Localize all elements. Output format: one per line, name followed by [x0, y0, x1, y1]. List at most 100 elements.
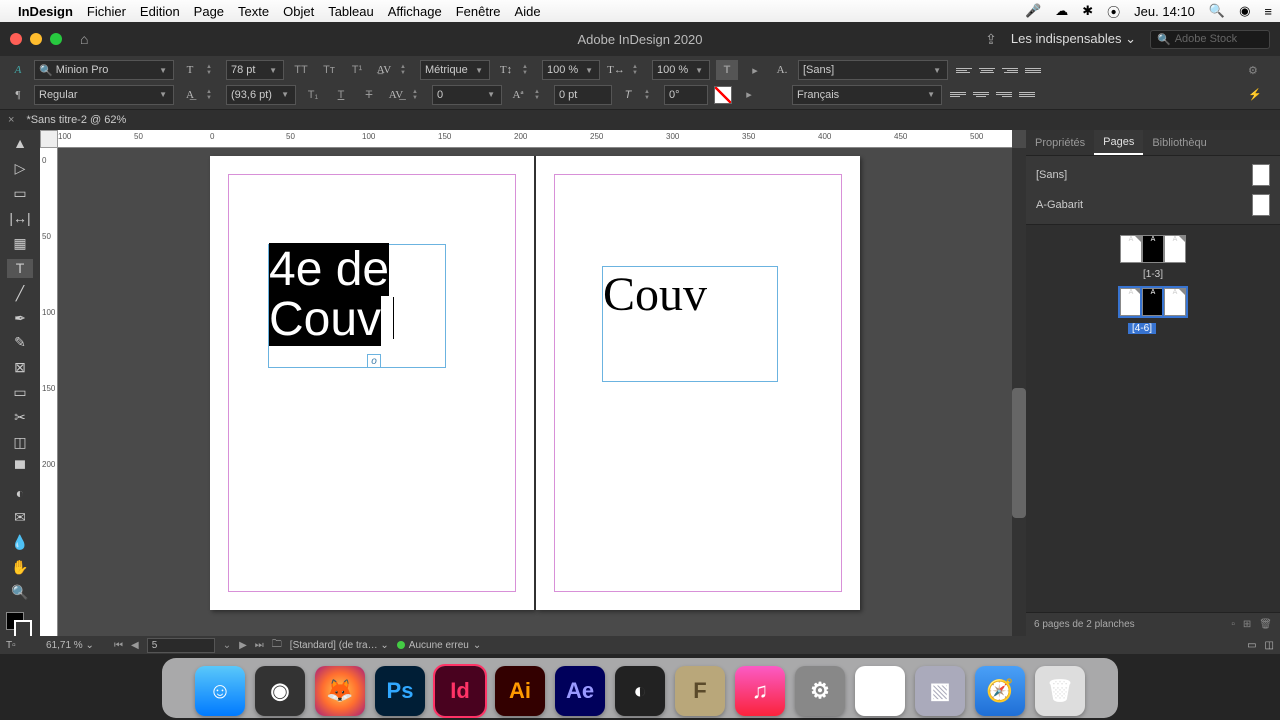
tab-pages[interactable]: Pages — [1094, 130, 1143, 155]
pencil-tool[interactable]: ✎ — [7, 334, 33, 353]
baseline-field[interactable]: 0 pt — [554, 85, 612, 105]
page-number-field[interactable]: 5 — [147, 638, 215, 653]
spotlight-icon[interactable]: 🔍 — [1209, 3, 1225, 19]
pen-tool[interactable]: ✒ — [7, 309, 33, 328]
note-tool[interactable]: ✉ — [7, 508, 33, 527]
leading-stepper[interactable]: ▲▼ — [206, 85, 220, 105]
gradient-feather-tool[interactable]: ◐ — [7, 483, 33, 502]
dock-safari[interactable]: 🧭 — [975, 666, 1025, 716]
skew-stepper[interactable]: ▲▼ — [644, 85, 658, 105]
paragraph-formatting-icon[interactable]: ¶ — [8, 85, 28, 105]
clock[interactable]: Jeu. 14:10 — [1134, 4, 1195, 19]
close-window[interactable] — [10, 33, 22, 45]
control-menu-icon[interactable]: ⚙ — [1248, 64, 1272, 77]
all-caps-button[interactable]: TT — [290, 60, 312, 80]
ruler-origin[interactable] — [40, 130, 58, 148]
page-left[interactable]: 4e deCouv o — [210, 156, 534, 610]
spread-thumb-2[interactable]: A A A — [1036, 288, 1270, 316]
split-layout-icon[interactable]: ◫ — [1265, 640, 1274, 651]
vscale-field[interactable]: 100 %▼ — [542, 60, 600, 80]
menu-affichage[interactable]: Affichage — [388, 4, 442, 19]
master-a-gabarit[interactable]: A-Gabarit — [1026, 190, 1280, 220]
content-collector-tool[interactable]: ▦ — [7, 234, 33, 253]
vertical-scrollbar[interactable] — [1012, 148, 1026, 636]
type-tool[interactable]: T — [7, 259, 33, 278]
gradient-tool[interactable]: ▀ — [7, 458, 33, 477]
selection-tool[interactable]: ▲ — [7, 134, 33, 153]
menu-objet[interactable]: Objet — [283, 4, 314, 19]
language-field[interactable]: Français▼ — [792, 85, 942, 105]
spread-thumb-1[interactable]: A A A — [1036, 235, 1270, 263]
overset-text-icon[interactable]: o — [367, 354, 381, 368]
sync-icon[interactable]: ✱ — [1082, 3, 1093, 19]
zoom-tool[interactable]: 🔍 — [7, 583, 33, 602]
justify-center-button[interactable] — [971, 86, 991, 104]
rectangle-tool[interactable]: ▭ — [7, 383, 33, 402]
menu-fichier[interactable]: Fichier — [87, 4, 126, 19]
preflight-profile-field[interactable]: [Standard] (de tra… ⌄ — [290, 640, 389, 651]
dock-preferences[interactable]: ⚙ — [795, 666, 845, 716]
justify-button[interactable] — [1023, 61, 1043, 79]
document-canvas[interactable]: 100 50 0 50 100 150 200 250 300 350 400 … — [40, 130, 1026, 636]
fill-stroke-swatch[interactable] — [714, 86, 732, 104]
delete-page-icon[interactable]: 🗑 — [1259, 619, 1272, 630]
mic-icon[interactable]: 🎤 — [1025, 3, 1041, 19]
last-spread-button[interactable]: ⏭ — [255, 640, 264, 651]
first-spread-button[interactable]: ⏮ — [114, 640, 123, 651]
text-frame-left[interactable]: 4e deCouv o — [268, 244, 446, 368]
hand-tool[interactable]: ✋ — [7, 558, 33, 577]
menu-edition[interactable]: Edition — [140, 4, 180, 19]
horizontal-ruler[interactable]: 100 50 0 50 100 150 200 250 300 350 400 … — [58, 130, 1012, 148]
justify-all-button[interactable] — [1017, 86, 1037, 104]
dock-aftereffects[interactable]: Ae — [555, 666, 605, 716]
preflight-status[interactable]: Aucune erreu ⌄ — [397, 640, 481, 651]
small-caps-button[interactable]: Tᴛ — [318, 60, 340, 80]
text-content[interactable]: Couv — [603, 268, 707, 321]
dock-chrome[interactable]: ◉ — [855, 666, 905, 716]
align-right-button[interactable] — [1000, 61, 1020, 79]
tracking-field[interactable]: 0▼ — [432, 85, 502, 105]
direct-selection-tool[interactable]: ▷ — [7, 159, 33, 178]
dock-photoshop[interactable]: Ps — [375, 666, 425, 716]
dock-indesign[interactable]: Id — [435, 666, 485, 716]
wifi-icon[interactable]: ⦿ — [1107, 2, 1120, 21]
dock-preview[interactable]: ▧ — [915, 666, 965, 716]
page-dropdown-icon[interactable]: ⌄ — [223, 640, 231, 651]
quick-apply-icon[interactable]: ⚡ — [1248, 88, 1272, 101]
dock-finder[interactable]: ☺ — [195, 666, 245, 716]
prev-spread-button[interactable]: ◀ — [131, 640, 139, 651]
next-spread-button[interactable]: ▶ — [239, 640, 247, 651]
skew-field[interactable]: 0° — [664, 85, 708, 105]
kerning-stepper[interactable]: ▲▼ — [400, 60, 414, 80]
dock-illustrator[interactable]: Ai — [495, 666, 545, 716]
menu-page[interactable]: Page — [194, 4, 224, 19]
dock-fontapp[interactable]: F — [675, 666, 725, 716]
kerning-field[interactable]: Métrique▼ — [420, 60, 490, 80]
fill-text-button[interactable]: T — [716, 60, 738, 80]
text-frame-right[interactable]: Couv — [602, 266, 778, 382]
screen-mode-icon[interactable]: ▭ — [1247, 640, 1256, 651]
zoom-window[interactable] — [50, 33, 62, 45]
dock-trash[interactable]: 🗑 — [1035, 666, 1085, 716]
zoom-level-field[interactable]: 61,71 % ⌄ — [46, 640, 106, 651]
superscript-button[interactable]: T¹ — [346, 60, 368, 80]
workspace-switcher[interactable]: Les indispensables ⌄ — [1011, 31, 1136, 47]
gap-tool[interactable]: |↔| — [7, 209, 33, 228]
cc-icon[interactable]: ☁ — [1055, 3, 1068, 19]
close-tab-icon[interactable]: × — [0, 114, 22, 126]
new-page-icon[interactable]: ⊞ — [1243, 619, 1251, 630]
tab-bibliotheque[interactable]: Bibliothèqu — [1143, 130, 1215, 155]
menu-fenetre[interactable]: Fenêtre — [456, 4, 501, 19]
font-size-field[interactable]: 78 pt▼ — [226, 60, 284, 80]
rectangle-frame-tool[interactable]: ⊠ — [7, 358, 33, 377]
justify-left-button[interactable] — [948, 86, 968, 104]
subscript-button[interactable]: T₁ — [302, 85, 324, 105]
adobe-stock-search[interactable]: 🔍Adobe Stock — [1150, 30, 1270, 49]
vertical-ruler[interactable]: 0 50 100 150 200 — [40, 148, 58, 636]
dock-firefox[interactable]: 🦊 — [315, 666, 365, 716]
home-button[interactable]: ⌂ — [80, 31, 88, 47]
menu-aide[interactable]: Aide — [515, 4, 541, 19]
notification-icon[interactable]: ≡ — [1264, 4, 1272, 19]
hscale-stepper[interactable]: ▲▼ — [632, 60, 646, 80]
line-tool[interactable]: ╱ — [7, 284, 33, 303]
